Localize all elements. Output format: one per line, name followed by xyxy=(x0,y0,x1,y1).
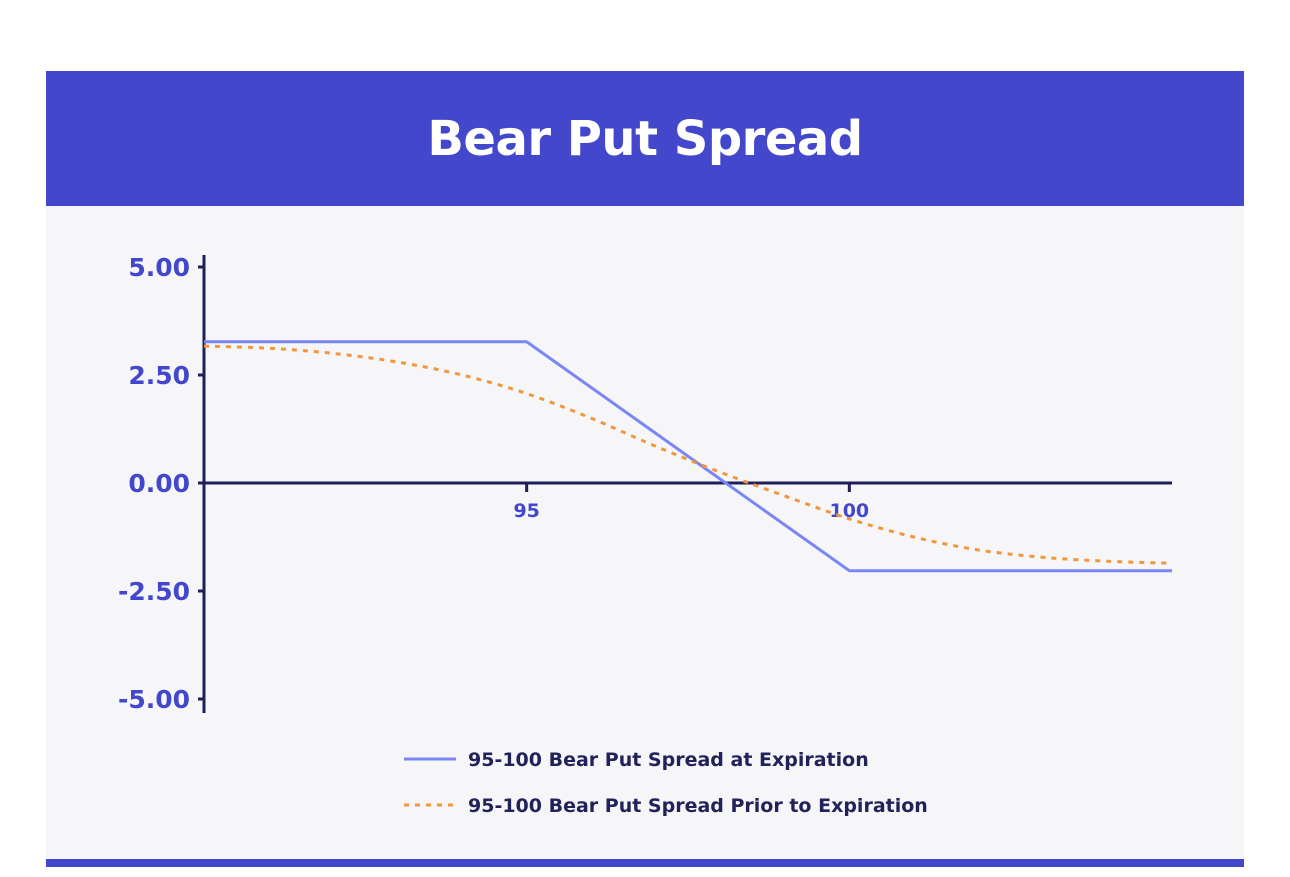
axes: 5.002.500.00-2.50-5.0095 100 xyxy=(118,253,1172,714)
y-tick-label: 0.00 xyxy=(128,469,190,498)
series-line-expiration xyxy=(204,340,1172,573)
legend-label: 95-100 Bear Put Spread at Expiration xyxy=(468,749,869,771)
legend-label: 95-100 Bear Put Spread Prior to Expirati… xyxy=(468,795,928,817)
x-tick-label: 95 xyxy=(513,500,539,522)
legend: 95-100 Bear Put Spread at Expiration 95-1… xyxy=(404,749,928,817)
y-tick-label: 2.50 xyxy=(128,361,190,390)
chart-card: Bear Put Spread 5.00 2.50 0.00 -2.50 -5.00 95… xyxy=(46,71,1244,867)
y-tick-label: -2.50 xyxy=(118,577,190,606)
y-tick-label: -5.00 xyxy=(118,685,190,714)
bottom-accent-bar xyxy=(46,859,1244,867)
series-layer xyxy=(203,340,1173,573)
chart-plot: 5.002.500.00-2.50-5.0095 100 95-100 Bear … xyxy=(118,253,1173,817)
y-tick-label: 5.00 xyxy=(128,253,190,282)
